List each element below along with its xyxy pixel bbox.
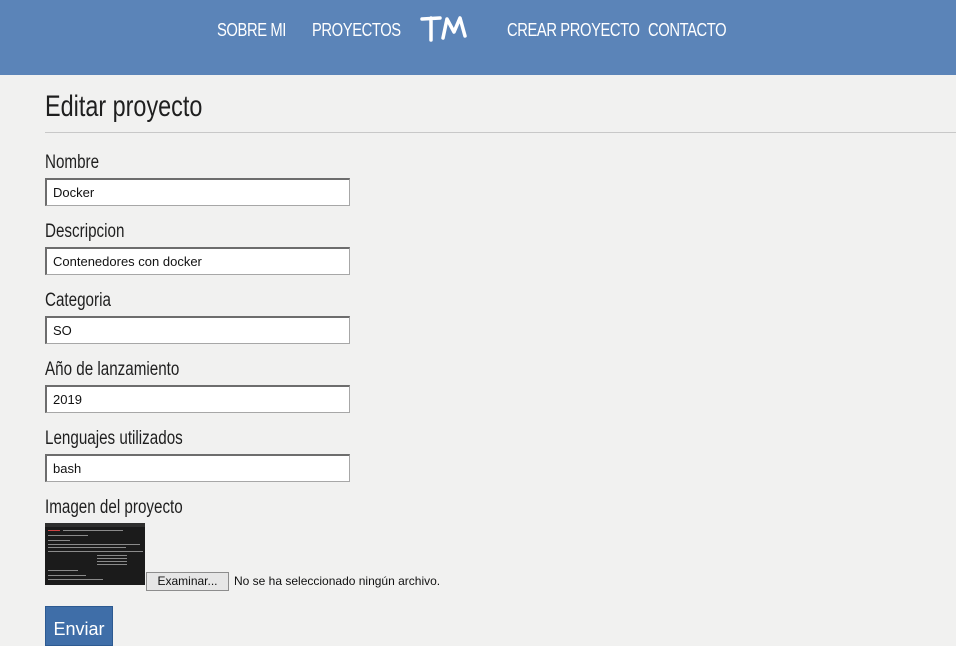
categoria-input[interactable]: [45, 316, 350, 344]
title-divider: [45, 132, 956, 133]
descripcion-input[interactable]: [45, 247, 350, 275]
project-image-thumbnail: [45, 523, 145, 585]
lenguajes-label: Lenguajes utilizados: [45, 428, 183, 449]
submit-button[interactable]: Enviar: [45, 606, 113, 646]
lenguajes-input[interactable]: [45, 454, 350, 482]
nombre-input[interactable]: [45, 178, 350, 206]
nav-link-proyectos[interactable]: PROYECTOS: [312, 20, 401, 41]
page-title: Editar proyecto: [45, 90, 203, 123]
categoria-label: Categoria: [45, 290, 111, 311]
file-status-text: No se ha seleccionado ningún archivo.: [234, 574, 441, 588]
anio-lanzamiento-label: Año de lanzamiento: [45, 359, 180, 380]
nav-link-crear-proyecto[interactable]: CREAR PROYECTO: [507, 20, 640, 41]
tm-logo[interactable]: [420, 10, 468, 44]
imagen-label: Imagen del proyecto: [45, 497, 183, 518]
nombre-label: Nombre: [45, 152, 100, 173]
nav-link-contacto[interactable]: CONTACTO: [648, 20, 727, 41]
top-navigation-bar: SOBRE MI PROYECTOS CREAR PROYECTO CONTAC…: [0, 0, 956, 75]
descripcion-label: Descripcion: [45, 221, 125, 242]
nav-link-sobre-mi[interactable]: SOBRE MI: [217, 20, 286, 41]
browse-file-button[interactable]: Examinar...: [146, 572, 229, 591]
anio-lanzamiento-input[interactable]: [45, 385, 350, 413]
